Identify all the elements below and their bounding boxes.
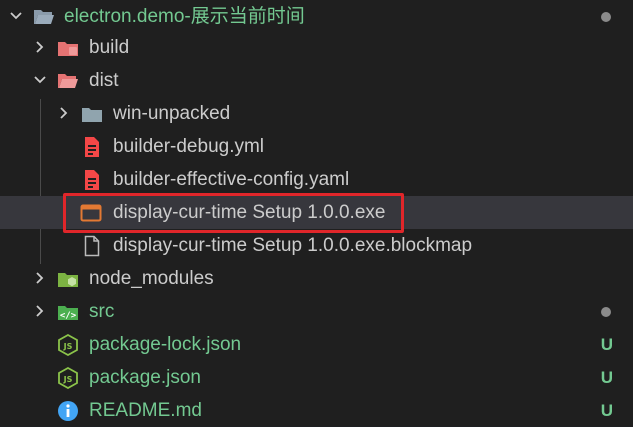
tree-item-build[interactable]: build [0, 31, 633, 64]
tree-item-label: builder-effective-config.yaml [113, 169, 350, 190]
svg-text:</>: </> [60, 311, 77, 321]
tree-item-label: builder-debug.yml [113, 136, 265, 157]
folder-open-icon [33, 6, 55, 28]
tree-item-dist[interactable]: dist [0, 64, 633, 97]
untracked-dot [601, 307, 611, 317]
tree-item-label: build [89, 37, 130, 58]
chevron-right-icon[interactable] [32, 303, 48, 319]
yaml-file-icon [81, 136, 103, 158]
tree-item-label: display-cur-time Setup 1.0.0.exe.blockma… [113, 235, 473, 256]
folder-node-icon [57, 268, 79, 290]
git-status-untracked: U [600, 401, 613, 420]
tree-item-label: README.md [89, 400, 202, 421]
svg-text:JS: JS [63, 342, 73, 351]
chevron-down-icon[interactable] [8, 8, 24, 24]
info-icon [57, 400, 79, 422]
git-status-untracked: U [600, 368, 613, 387]
tree-item-readme[interactable]: README.md U [0, 394, 633, 427]
tree-item-builder-debug[interactable]: builder-debug.yml [0, 130, 633, 163]
tree-item-label: win-unpacked [113, 103, 231, 124]
folder-dist-icon [57, 70, 79, 92]
explorer-root-folder[interactable]: electron.demo-展示当前时间 [0, 0, 633, 33]
tree-item-label: node_modules [89, 268, 214, 289]
chevron-right-icon[interactable] [56, 105, 72, 121]
tree-item-blockmap[interactable]: display-cur-time Setup 1.0.0.exe.blockma… [0, 229, 633, 262]
exe-file-icon [80, 202, 102, 224]
tree-item-label: package-lock.json [89, 334, 242, 355]
tree-item-label: display-cur-time Setup 1.0.0.exe [113, 202, 386, 223]
file-explorer: electron.demo-展示当前时间 build dist win-unpa… [0, 0, 633, 426]
tree-item-setup-exe[interactable]: display-cur-time Setup 1.0.0.exe [0, 196, 633, 229]
js-file-icon: JS [57, 334, 79, 356]
yaml-file-icon [81, 169, 103, 191]
folder-src-icon: </> [57, 301, 79, 323]
svg-text:JS: JS [63, 375, 73, 384]
file-icon [81, 235, 103, 257]
tree-item-builder-effective-config[interactable]: builder-effective-config.yaml [0, 163, 633, 196]
tree-item-win-unpacked[interactable]: win-unpacked [0, 97, 633, 130]
git-status-untracked: U [600, 335, 613, 354]
tree-item-src[interactable]: </> src [0, 295, 633, 328]
chevron-right-icon[interactable] [32, 39, 48, 55]
modified-dot [601, 12, 611, 22]
tree-item-package-json[interactable]: JS package.json U [0, 361, 633, 394]
folder-build-icon [57, 37, 79, 59]
root-folder-label: electron.demo-展示当前时间 [64, 6, 305, 27]
tree-item-label: src [89, 301, 115, 322]
tree-item-node-modules[interactable]: node_modules [0, 262, 633, 295]
chevron-right-icon[interactable] [32, 270, 48, 286]
folder-icon [81, 103, 103, 125]
chevron-down-icon[interactable] [32, 72, 48, 88]
js-file-icon: JS [57, 367, 79, 389]
tree-item-package-lock[interactable]: JS package-lock.json U [0, 328, 633, 361]
tree-item-label: package.json [89, 367, 201, 388]
tree-item-label: dist [89, 70, 119, 91]
